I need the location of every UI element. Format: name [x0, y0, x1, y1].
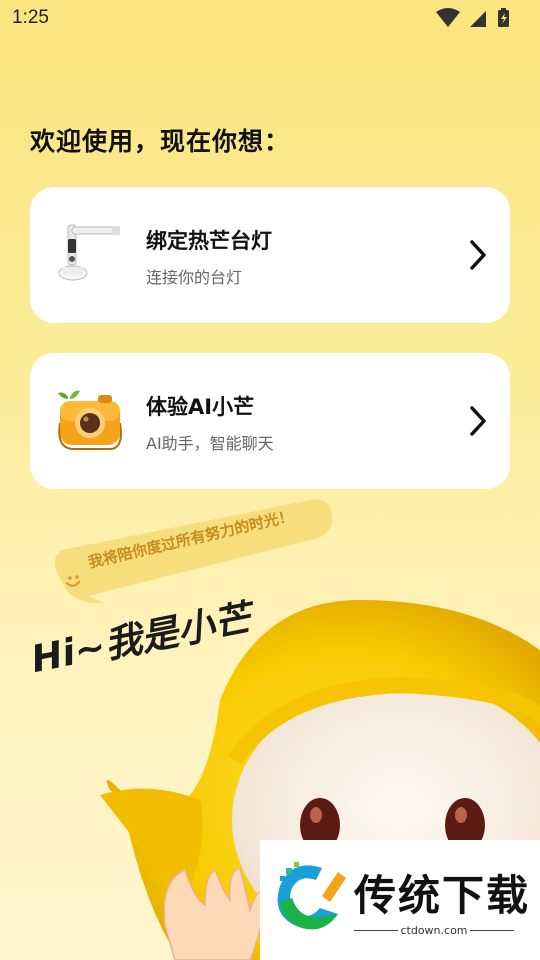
watermark: 传统下载 ctdown.com [260, 840, 540, 960]
mascot-illustration [100, 600, 540, 960]
smile-icon [65, 575, 81, 587]
watermark-brand: 传统下载 [354, 871, 531, 920]
ctdown-logo-icon [277, 862, 346, 930]
divider [470, 930, 514, 931]
